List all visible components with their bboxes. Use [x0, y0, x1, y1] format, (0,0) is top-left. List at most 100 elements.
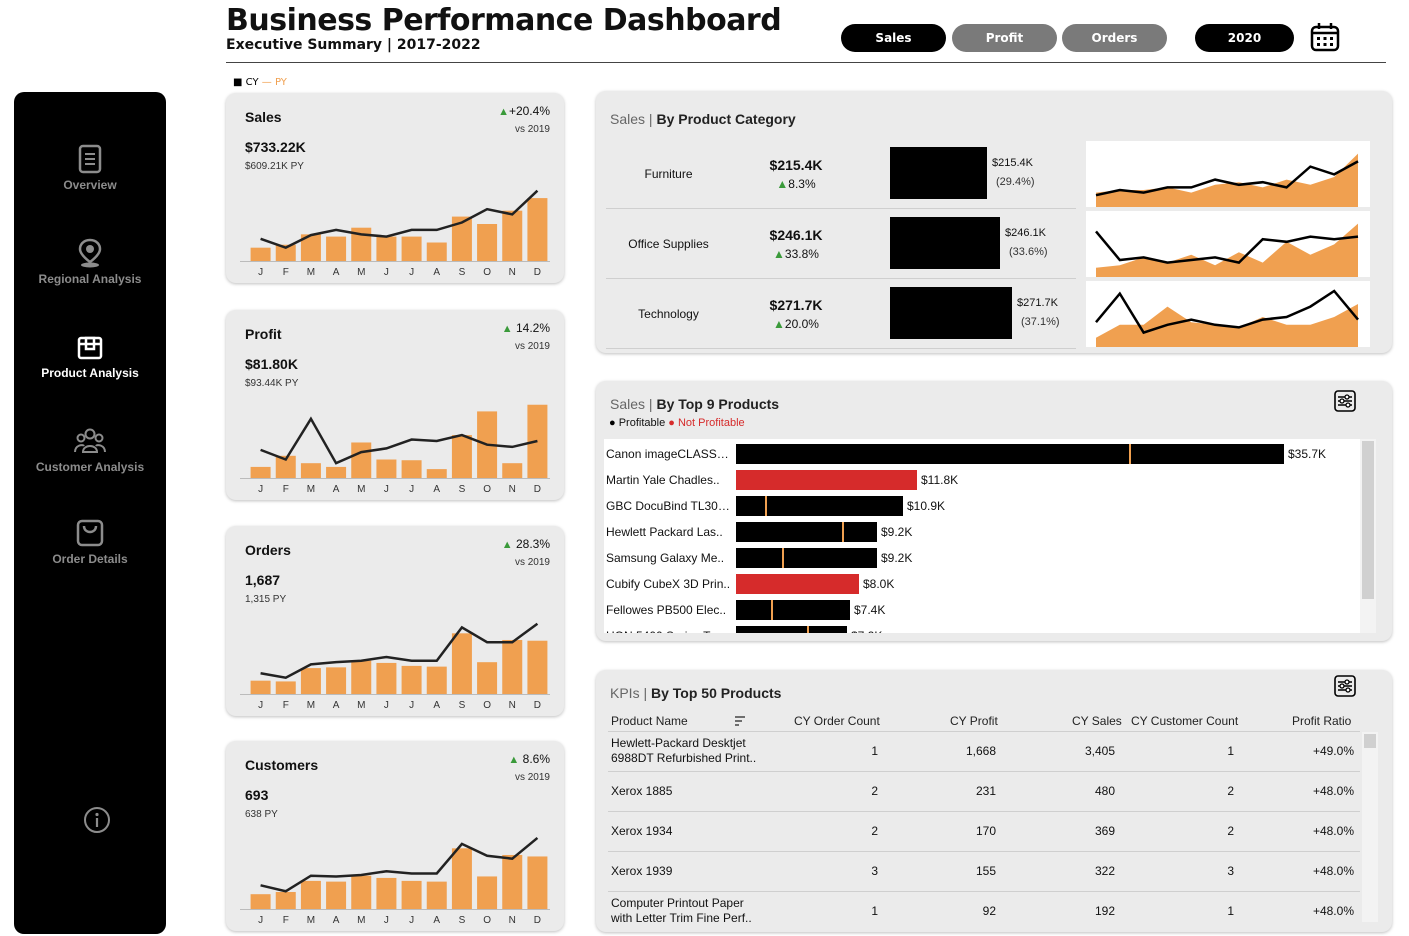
product-name: Samsung Galaxy Me..: [606, 551, 725, 565]
prior-year-marker: [807, 626, 809, 633]
filter-icon[interactable]: [1334, 675, 1356, 697]
sidebar-item-order-details[interactable]: Order Details: [14, 518, 166, 566]
up-triangle-icon: ▲: [501, 539, 513, 551]
month-bar: [527, 198, 548, 261]
product-sales-bar[interactable]: [736, 626, 847, 633]
table-row[interactable]: Xerox 1939 3 155 322 3 +48.0%: [608, 851, 1360, 891]
legend-dot-profitable: ●: [609, 417, 616, 429]
product-row[interactable]: Fellowes PB500 Elec.. $7.4K: [604, 597, 1360, 623]
column-header-cy-order-count[interactable]: CY Order Count: [794, 714, 880, 728]
category-share-bar[interactable]: [890, 147, 987, 199]
product-row[interactable]: Cubify CubeX 3D Prin.. $8.0K: [604, 571, 1360, 597]
category-row[interactable]: Technology $271.7K ▲20.0% $271.7K (37.1%): [606, 279, 1076, 349]
legend-dot-not-profitable: ●: [668, 417, 675, 429]
top9-scrollbar-thumb[interactable]: [1362, 441, 1374, 599]
table-row[interactable]: Hewlett-Packard Desktjet 6988DT Refurbis…: [608, 731, 1360, 771]
month-bar: [477, 662, 498, 694]
column-header-cy-customer-count[interactable]: CY Customer Count: [1131, 714, 1238, 728]
category-share-bar[interactable]: [890, 287, 1012, 339]
month-label: N: [509, 700, 516, 711]
column-header-profit-ratio[interactable]: Profit Ratio: [1292, 714, 1351, 728]
sidebar-item-customer-analysis[interactable]: Customer Analysis: [14, 426, 166, 474]
calendar-icon[interactable]: [1309, 21, 1341, 53]
month-label: D: [534, 267, 541, 278]
kpi-delta: ▲+20.4%: [498, 104, 550, 118]
sidebar-item-regional-analysis[interactable]: Regional Analysis: [14, 238, 166, 286]
product-name-cell: Computer Printout Paper with Letter Trim…: [611, 896, 752, 926]
category-row[interactable]: Office Supplies $246.1K ▲33.8% $246.1K (33…: [606, 209, 1076, 279]
month-label: M: [357, 915, 365, 926]
tab-profit[interactable]: Profit: [952, 24, 1057, 52]
table-row[interactable]: Xerox 1934 2 170 369 2 +48.0%: [608, 811, 1360, 851]
category-delta-value: 33.8%: [784, 247, 819, 261]
cy-py-legend: ■ CY — PY: [233, 77, 287, 88]
kpi-value: $733.22K: [245, 139, 306, 155]
up-triangle-icon: ▲: [498, 106, 509, 118]
product-name-line2: with Letter Trim Fine Perf..: [611, 911, 752, 925]
month-label: A: [433, 267, 440, 278]
category-row[interactable]: Furniture $215.4K ▲8.3% $215.4K (29.4%): [606, 139, 1076, 209]
kpi-table-scrollbar[interactable]: [1362, 732, 1378, 922]
sidebar-item-product-analysis[interactable]: Product Analysis: [14, 332, 166, 380]
sort-icon[interactable]: [734, 715, 746, 727]
month-bar: [300, 463, 321, 478]
month-label: O: [483, 915, 491, 926]
month-bar: [250, 247, 271, 261]
product-row[interactable]: HON 5400 Series T.. $7.2K: [604, 623, 1360, 633]
month-label: S: [459, 267, 466, 278]
month-bar: [376, 236, 397, 261]
product-sales-bar[interactable]: [736, 600, 850, 620]
sidebar-item-overview[interactable]: Overview: [14, 144, 166, 192]
year-selector[interactable]: 2020: [1195, 24, 1294, 52]
month-label: J: [409, 484, 414, 495]
product-row[interactable]: Martin Yale Chadles.. $11.8K: [604, 467, 1360, 493]
filter-icon[interactable]: [1334, 390, 1356, 412]
month-label: S: [459, 915, 466, 926]
month-label: J: [409, 267, 414, 278]
sales-cell: 3,405: [1084, 744, 1115, 758]
month-bar: [502, 854, 523, 909]
month-bar: [300, 880, 321, 909]
kpi-comparison-year: vs 2019: [514, 557, 550, 568]
product-sales-bar[interactable]: [736, 444, 1284, 464]
month-bar: [250, 680, 271, 694]
month-bar: [326, 881, 347, 909]
kpi-value: 693: [245, 787, 269, 803]
kpi-delta: ▲ 8.6%: [508, 752, 550, 766]
product-name: Fellowes PB500 Elec..: [606, 603, 727, 617]
prior-year-marker: [782, 548, 784, 568]
month-bar: [451, 633, 472, 694]
column-header-product-name[interactable]: Product Name: [611, 714, 688, 728]
month-label: S: [459, 484, 466, 495]
product-row[interactable]: GBC DocuBind TL300.. $10.9K: [604, 493, 1360, 519]
document-icon: [78, 144, 102, 174]
info-icon[interactable]: [83, 806, 111, 834]
category-delta-value: 8.3%: [788, 177, 816, 191]
product-name-line1: Xerox 1939: [611, 864, 673, 878]
product-row[interactable]: Hewlett Packard Las.. $9.2K: [604, 519, 1360, 545]
column-header-cy-sales[interactable]: CY Sales: [1072, 714, 1122, 728]
tab-sales[interactable]: Sales: [841, 24, 946, 52]
month-bar: [477, 224, 498, 261]
product-sales-bar[interactable]: [736, 574, 859, 594]
tab-orders[interactable]: Orders: [1062, 24, 1167, 52]
product-row[interactable]: Canon imageCLASS 2.. $35.7K: [604, 441, 1360, 467]
product-name: Martin Yale Chadles..: [606, 473, 720, 487]
kpi-name: Orders: [245, 542, 291, 558]
panel-title-measure: KPIs: [610, 685, 640, 701]
month-label: J: [384, 484, 389, 495]
panel-title-dimension: By Product Category: [656, 111, 796, 127]
table-row[interactable]: Computer Printout Paper with Letter Trim…: [608, 891, 1360, 931]
category-share-bar[interactable]: [890, 217, 1000, 269]
product-sales-bar[interactable]: [736, 470, 917, 490]
table-row[interactable]: Xerox 1885 2 231 480 2 +48.0%: [608, 771, 1360, 811]
product-sales-bar[interactable]: [736, 522, 877, 542]
category-bar-label: $246.1K: [1005, 227, 1046, 239]
product-sales-bar[interactable]: [736, 496, 903, 516]
column-header-cy-profit[interactable]: CY Profit: [950, 714, 998, 728]
trend-area: [1096, 153, 1358, 207]
product-sales-bar[interactable]: [736, 548, 877, 568]
product-row[interactable]: Samsung Galaxy Me.. $9.2K: [604, 545, 1360, 571]
top9-scrollbar[interactable]: [1360, 439, 1376, 633]
kpi-table-scrollbar-thumb[interactable]: [1364, 734, 1376, 748]
